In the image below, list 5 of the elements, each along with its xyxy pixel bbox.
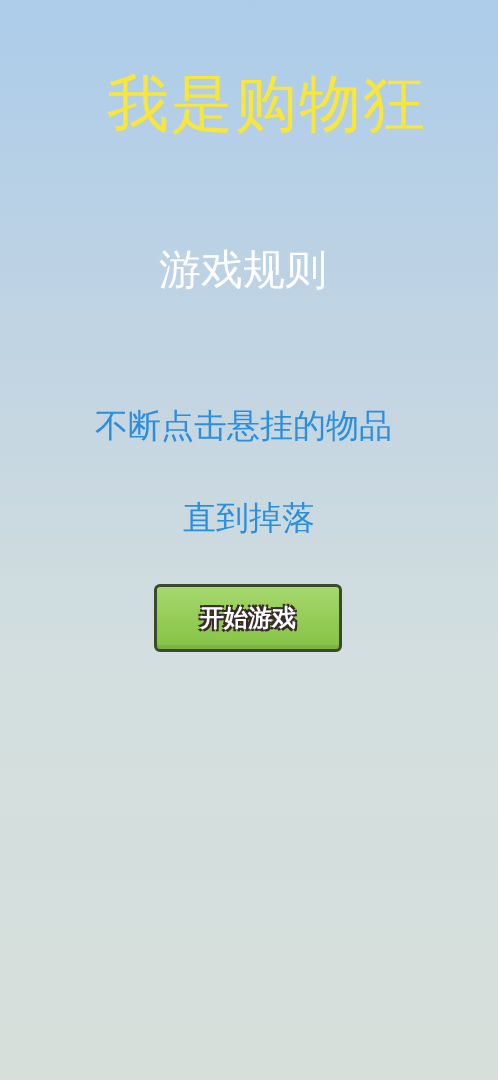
rules-text: 不断点击悬挂的物品 xyxy=(94,405,392,447)
rules-heading: 游戏规则 xyxy=(159,244,327,296)
start-game-button[interactable]: 开始游戏 xyxy=(154,584,342,652)
rules-text: 直到掉落 xyxy=(183,497,315,539)
game-title: 我是购物狂 xyxy=(107,66,427,142)
